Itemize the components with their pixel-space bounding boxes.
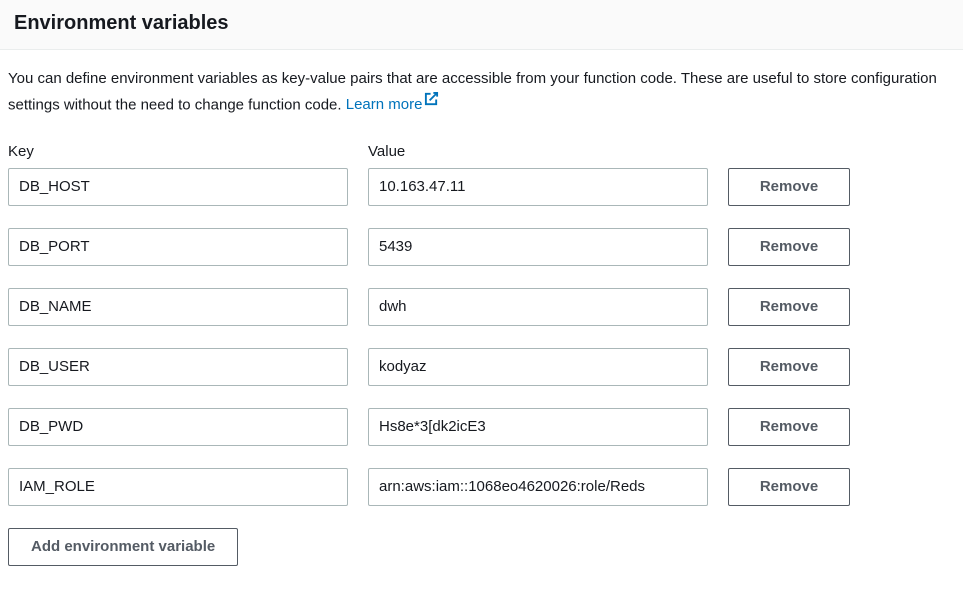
variable-row: Remove bbox=[8, 168, 955, 206]
add-environment-variable-button[interactable]: Add environment variable bbox=[8, 528, 238, 566]
remove-button[interactable]: Remove bbox=[728, 228, 850, 266]
description-text: You can define environment variables as … bbox=[8, 68, 955, 117]
section-header: Environment variables bbox=[0, 0, 963, 50]
learn-more-link[interactable]: Learn more bbox=[346, 96, 440, 113]
value-input[interactable] bbox=[368, 168, 708, 206]
description-body: You can define environment variables as … bbox=[8, 70, 937, 113]
variable-row: Remove bbox=[8, 468, 955, 506]
remove-button[interactable]: Remove bbox=[728, 348, 850, 386]
external-link-icon bbox=[424, 91, 439, 114]
content-area: You can define environment variables as … bbox=[0, 50, 963, 566]
page-title: Environment variables bbox=[14, 12, 949, 35]
column-header-value: Value bbox=[368, 143, 708, 160]
key-input[interactable] bbox=[8, 468, 348, 506]
variable-row: Remove bbox=[8, 408, 955, 446]
key-input[interactable] bbox=[8, 408, 348, 446]
value-input[interactable] bbox=[368, 288, 708, 326]
columns-header: Key Value bbox=[8, 143, 955, 160]
key-input[interactable] bbox=[8, 228, 348, 266]
value-input[interactable] bbox=[368, 348, 708, 386]
variables-list: Remove Remove Remove Remove Remove Remove bbox=[8, 168, 955, 506]
value-input[interactable] bbox=[368, 228, 708, 266]
variable-row: Remove bbox=[8, 288, 955, 326]
key-input[interactable] bbox=[8, 288, 348, 326]
variable-row: Remove bbox=[8, 228, 955, 266]
remove-button[interactable]: Remove bbox=[728, 468, 850, 506]
remove-button[interactable]: Remove bbox=[728, 408, 850, 446]
key-input[interactable] bbox=[8, 168, 348, 206]
column-header-key: Key bbox=[8, 143, 348, 160]
value-input[interactable] bbox=[368, 468, 708, 506]
learn-more-label: Learn more bbox=[346, 96, 423, 113]
key-input[interactable] bbox=[8, 348, 348, 386]
variable-row: Remove bbox=[8, 348, 955, 386]
remove-button[interactable]: Remove bbox=[728, 168, 850, 206]
value-input[interactable] bbox=[368, 408, 708, 446]
remove-button[interactable]: Remove bbox=[728, 288, 850, 326]
